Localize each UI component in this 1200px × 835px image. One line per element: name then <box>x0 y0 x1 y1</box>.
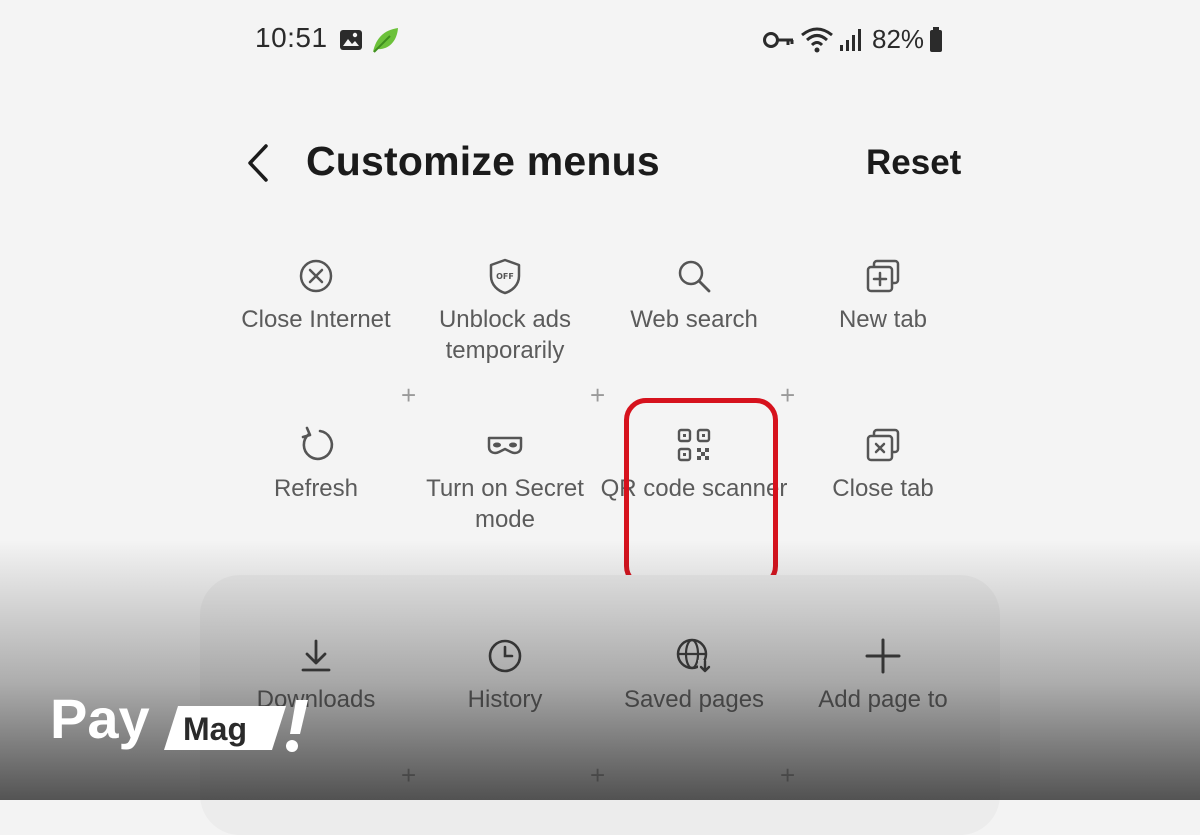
panel-item-history[interactable]: History <box>410 636 600 715</box>
menu-item-label: Turn on Secret mode <box>426 475 584 533</box>
key-icon <box>763 32 794 48</box>
plus-separator: + <box>401 760 417 790</box>
plus-separator: + <box>780 760 796 790</box>
svg-text:Mag: Mag <box>183 711 247 747</box>
status-time: 10:51 <box>255 22 328 53</box>
menu-item-unblock-ads[interactable]: OFF Unblock ads temporarily <box>410 256 600 366</box>
menu-item-refresh[interactable]: Refresh <box>221 425 411 504</box>
menu-item-label: Close tab <box>832 475 934 502</box>
wifi-icon <box>801 27 833 53</box>
close-circle-icon <box>299 259 333 293</box>
mask-icon <box>487 436 523 455</box>
battery-percentage: 82% <box>872 24 925 54</box>
battery-icon <box>930 27 942 52</box>
plus-separator: + <box>780 380 796 410</box>
plus-separator: + <box>590 380 606 410</box>
menu-item-label: New tab <box>838 306 928 333</box>
menu-item-secret-mode[interactable]: Turn on Secret mode <box>410 425 600 535</box>
panel-item-saved-pages[interactable]: Saved pages <box>599 636 789 715</box>
qr-scanner-highlight <box>624 398 778 588</box>
menu-item-label: Refresh <box>273 475 359 502</box>
leaf-icon <box>373 28 398 53</box>
panel-item-add-page-to[interactable]: Add page to <box>788 636 978 715</box>
panel-item-label: History <box>467 686 543 713</box>
svg-text:OFF: OFF <box>496 272 514 281</box>
status-bar: 10:51 82% <box>0 0 1200 80</box>
globe-download-icon <box>676 638 712 674</box>
plus-separator: + <box>590 760 606 790</box>
menu-item-new-tab[interactable]: New tab <box>788 256 978 335</box>
panel-item-label: Add page to <box>818 686 948 713</box>
menu-item-label: Web search <box>630 306 758 333</box>
clock-icon <box>488 639 522 673</box>
plus-separator: + <box>401 380 417 410</box>
menu-item-close-tab[interactable]: Close tab <box>788 425 978 504</box>
image-icon <box>340 30 362 50</box>
panel-item-label: Saved pages <box>623 686 765 713</box>
new-tab-icon <box>866 259 900 293</box>
close-tab-icon <box>866 428 900 462</box>
svg-text:Pay: Pay <box>50 687 150 750</box>
screen: 10:51 82% Customize menus Reset Close In… <box>0 0 1200 835</box>
reset-button[interactable]: Reset <box>866 143 961 183</box>
download-icon <box>301 639 331 672</box>
refresh-icon <box>301 426 334 461</box>
menu-item-label: Close Internet <box>241 306 391 333</box>
search-icon <box>678 260 711 293</box>
plus-icon <box>865 638 901 674</box>
back-button[interactable] <box>238 140 282 186</box>
menu-item-label: Unblock ads temporarily <box>438 306 572 364</box>
signal-icon <box>840 29 861 51</box>
page-title: Customize menus <box>306 138 660 184</box>
menu-item-close-internet[interactable]: Close Internet <box>221 256 411 335</box>
shield-off-icon: OFF <box>489 258 521 295</box>
menu-item-web-search[interactable]: Web search <box>599 256 789 335</box>
paymag-logo: Pay Mag <box>50 687 308 752</box>
